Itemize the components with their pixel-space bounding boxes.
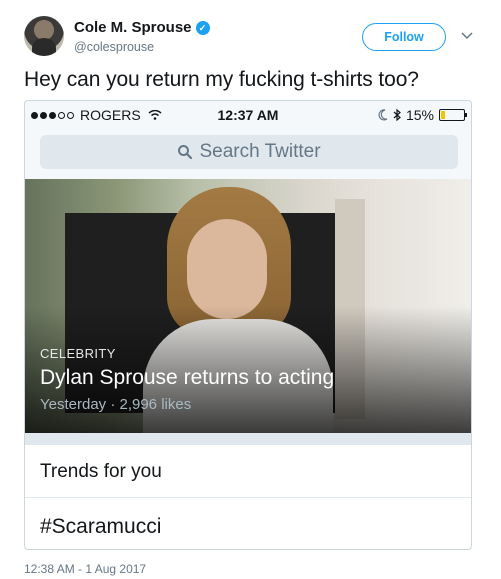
card-meta: Yesterday · 2,996 likes xyxy=(40,396,192,413)
tweet-image[interactable]: ROGERS 12:37 AM 15% Search Twitter CELEB… xyxy=(24,100,472,550)
author-handle[interactable]: @colesprouse xyxy=(74,40,154,54)
trend-item[interactable]: #Scaramucci xyxy=(40,515,161,539)
chevron-down-icon[interactable] xyxy=(460,28,474,42)
author-name-row[interactable]: Cole M. Sprouse ✓ xyxy=(74,19,210,36)
section-separator xyxy=(25,433,471,445)
card-title: Dylan Sprouse returns to acting xyxy=(40,366,335,389)
phone-status-bar: ROGERS 12:37 AM 15% xyxy=(25,101,471,129)
author-name[interactable]: Cole M. Sprouse xyxy=(74,19,192,36)
search-icon xyxy=(178,145,193,160)
status-right: 15% xyxy=(378,107,467,123)
battery-percent: 15% xyxy=(405,107,434,123)
tweet-text: Hey can you return my fucking t-shirts t… xyxy=(24,68,419,91)
battery-level xyxy=(441,111,445,119)
card-category: CELEBRITY xyxy=(40,346,116,361)
trends-heading: Trends for you xyxy=(40,461,162,482)
tweet-header: Cole M. Sprouse ✓ @colesprouse Follow xyxy=(24,14,484,62)
moon-icon xyxy=(378,109,388,121)
battery-icon xyxy=(439,109,467,121)
search-placeholder: Search Twitter xyxy=(199,141,321,162)
follow-button[interactable]: Follow xyxy=(362,23,446,51)
search-input[interactable]: Search Twitter xyxy=(40,135,458,169)
card-gradient xyxy=(25,179,471,433)
avatar[interactable] xyxy=(24,16,64,56)
tweet-timestamp[interactable]: 12:38 AM - 1 Aug 2017 xyxy=(24,562,146,576)
verified-icon: ✓ xyxy=(195,20,210,35)
divider xyxy=(25,497,471,498)
news-card[interactable]: CELEBRITY Dylan Sprouse returns to actin… xyxy=(25,179,471,433)
bluetooth-icon xyxy=(393,109,401,121)
search-area: Search Twitter xyxy=(25,129,471,179)
